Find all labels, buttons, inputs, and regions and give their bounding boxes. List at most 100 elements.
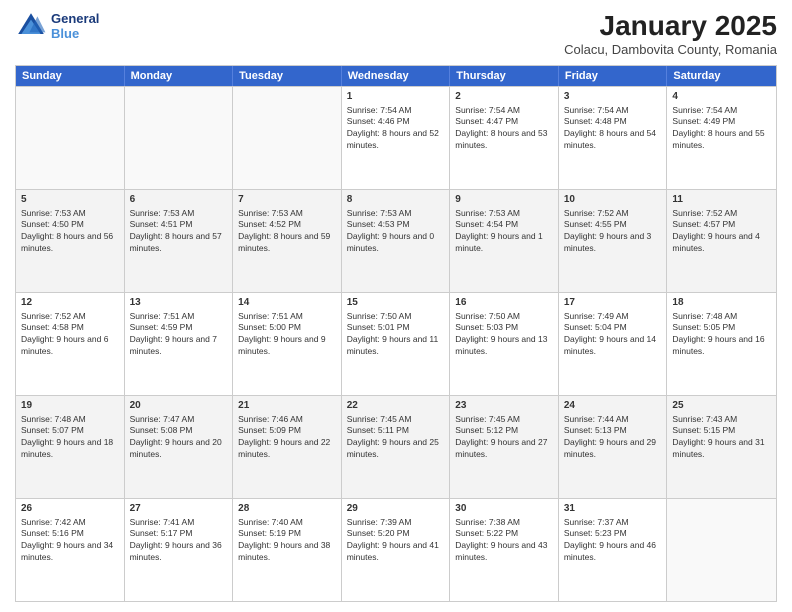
day-number: 16 [455,296,553,310]
empty-cell-0-2 [233,87,342,189]
day-number: 23 [455,399,553,413]
location-subtitle: Colacu, Dambovita County, Romania [564,42,777,57]
day-cell-30: 30Sunrise: 7:38 AM Sunset: 5:22 PM Dayli… [450,499,559,601]
day-number: 24 [564,399,662,413]
day-number: 7 [238,193,336,207]
day-number: 12 [21,296,119,310]
weekday-header-thursday: Thursday [450,66,559,86]
day-info: Sunrise: 7:48 AM Sunset: 5:07 PM Dayligh… [21,414,119,462]
day-cell-19: 19Sunrise: 7:48 AM Sunset: 5:07 PM Dayli… [16,396,125,498]
day-number: 28 [238,502,336,516]
day-cell-22: 22Sunrise: 7:45 AM Sunset: 5:11 PM Dayli… [342,396,451,498]
day-cell-20: 20Sunrise: 7:47 AM Sunset: 5:08 PM Dayli… [125,396,234,498]
day-number: 25 [672,399,771,413]
day-number: 29 [347,502,445,516]
day-info: Sunrise: 7:40 AM Sunset: 5:19 PM Dayligh… [238,517,336,565]
day-info: Sunrise: 7:52 AM Sunset: 4:58 PM Dayligh… [21,311,119,359]
day-info: Sunrise: 7:45 AM Sunset: 5:12 PM Dayligh… [455,414,553,462]
calendar-header: SundayMondayTuesdayWednesdayThursdayFrid… [16,66,776,86]
day-cell-25: 25Sunrise: 7:43 AM Sunset: 5:15 PM Dayli… [667,396,776,498]
logo: General Blue [15,10,99,42]
day-cell-3: 3Sunrise: 7:54 AM Sunset: 4:48 PM Daylig… [559,87,668,189]
day-cell-23: 23Sunrise: 7:45 AM Sunset: 5:12 PM Dayli… [450,396,559,498]
day-cell-26: 26Sunrise: 7:42 AM Sunset: 5:16 PM Dayli… [16,499,125,601]
day-cell-11: 11Sunrise: 7:52 AM Sunset: 4:57 PM Dayli… [667,190,776,292]
day-cell-29: 29Sunrise: 7:39 AM Sunset: 5:20 PM Dayli… [342,499,451,601]
day-cell-15: 15Sunrise: 7:50 AM Sunset: 5:01 PM Dayli… [342,293,451,395]
day-number: 17 [564,296,662,310]
day-cell-27: 27Sunrise: 7:41 AM Sunset: 5:17 PM Dayli… [125,499,234,601]
day-cell-2: 2Sunrise: 7:54 AM Sunset: 4:47 PM Daylig… [450,87,559,189]
day-cell-18: 18Sunrise: 7:48 AM Sunset: 5:05 PM Dayli… [667,293,776,395]
day-info: Sunrise: 7:38 AM Sunset: 5:22 PM Dayligh… [455,517,553,565]
day-info: Sunrise: 7:51 AM Sunset: 5:00 PM Dayligh… [238,311,336,359]
day-cell-8: 8Sunrise: 7:53 AM Sunset: 4:53 PM Daylig… [342,190,451,292]
day-number: 20 [130,399,228,413]
logo-text: General Blue [51,11,99,41]
day-number: 31 [564,502,662,516]
day-cell-31: 31Sunrise: 7:37 AM Sunset: 5:23 PM Dayli… [559,499,668,601]
day-info: Sunrise: 7:51 AM Sunset: 4:59 PM Dayligh… [130,311,228,359]
calendar: SundayMondayTuesdayWednesdayThursdayFrid… [15,65,777,602]
day-number: 3 [564,90,662,104]
calendar-body: 1Sunrise: 7:54 AM Sunset: 4:46 PM Daylig… [16,86,776,601]
day-cell-4: 4Sunrise: 7:54 AM Sunset: 4:49 PM Daylig… [667,87,776,189]
day-info: Sunrise: 7:53 AM Sunset: 4:52 PM Dayligh… [238,208,336,256]
day-cell-10: 10Sunrise: 7:52 AM Sunset: 4:55 PM Dayli… [559,190,668,292]
day-cell-14: 14Sunrise: 7:51 AM Sunset: 5:00 PM Dayli… [233,293,342,395]
day-number: 22 [347,399,445,413]
day-info: Sunrise: 7:53 AM Sunset: 4:53 PM Dayligh… [347,208,445,256]
day-number: 18 [672,296,771,310]
day-cell-7: 7Sunrise: 7:53 AM Sunset: 4:52 PM Daylig… [233,190,342,292]
day-number: 13 [130,296,228,310]
day-info: Sunrise: 7:42 AM Sunset: 5:16 PM Dayligh… [21,517,119,565]
day-info: Sunrise: 7:50 AM Sunset: 5:01 PM Dayligh… [347,311,445,359]
calendar-row-4: 19Sunrise: 7:48 AM Sunset: 5:07 PM Dayli… [16,395,776,498]
day-number: 10 [564,193,662,207]
calendar-row-1: 1Sunrise: 7:54 AM Sunset: 4:46 PM Daylig… [16,86,776,189]
day-number: 19 [21,399,119,413]
day-info: Sunrise: 7:53 AM Sunset: 4:54 PM Dayligh… [455,208,553,256]
day-cell-24: 24Sunrise: 7:44 AM Sunset: 5:13 PM Dayli… [559,396,668,498]
day-number: 15 [347,296,445,310]
day-info: Sunrise: 7:41 AM Sunset: 5:17 PM Dayligh… [130,517,228,565]
day-number: 27 [130,502,228,516]
day-number: 4 [672,90,771,104]
day-info: Sunrise: 7:53 AM Sunset: 4:50 PM Dayligh… [21,208,119,256]
weekday-header-sunday: Sunday [16,66,125,86]
day-info: Sunrise: 7:45 AM Sunset: 5:11 PM Dayligh… [347,414,445,462]
day-info: Sunrise: 7:37 AM Sunset: 5:23 PM Dayligh… [564,517,662,565]
day-number: 11 [672,193,771,207]
day-info: Sunrise: 7:48 AM Sunset: 5:05 PM Dayligh… [672,311,771,359]
day-info: Sunrise: 7:54 AM Sunset: 4:48 PM Dayligh… [564,105,662,153]
day-number: 14 [238,296,336,310]
day-cell-13: 13Sunrise: 7:51 AM Sunset: 4:59 PM Dayli… [125,293,234,395]
calendar-row-2: 5Sunrise: 7:53 AM Sunset: 4:50 PM Daylig… [16,189,776,292]
day-number: 1 [347,90,445,104]
day-number: 26 [21,502,119,516]
day-cell-9: 9Sunrise: 7:53 AM Sunset: 4:54 PM Daylig… [450,190,559,292]
day-info: Sunrise: 7:54 AM Sunset: 4:46 PM Dayligh… [347,105,445,153]
month-title: January 2025 [564,10,777,42]
day-info: Sunrise: 7:43 AM Sunset: 5:15 PM Dayligh… [672,414,771,462]
empty-cell-0-0 [16,87,125,189]
day-number: 30 [455,502,553,516]
day-info: Sunrise: 7:46 AM Sunset: 5:09 PM Dayligh… [238,414,336,462]
weekday-header-wednesday: Wednesday [342,66,451,86]
day-info: Sunrise: 7:47 AM Sunset: 5:08 PM Dayligh… [130,414,228,462]
day-cell-5: 5Sunrise: 7:53 AM Sunset: 4:50 PM Daylig… [16,190,125,292]
day-info: Sunrise: 7:54 AM Sunset: 4:47 PM Dayligh… [455,105,553,153]
weekday-header-monday: Monday [125,66,234,86]
calendar-row-5: 26Sunrise: 7:42 AM Sunset: 5:16 PM Dayli… [16,498,776,601]
day-info: Sunrise: 7:49 AM Sunset: 5:04 PM Dayligh… [564,311,662,359]
day-number: 21 [238,399,336,413]
logo-icon [15,10,47,42]
day-number: 5 [21,193,119,207]
weekday-header-saturday: Saturday [667,66,776,86]
day-cell-28: 28Sunrise: 7:40 AM Sunset: 5:19 PM Dayli… [233,499,342,601]
day-info: Sunrise: 7:53 AM Sunset: 4:51 PM Dayligh… [130,208,228,256]
day-number: 9 [455,193,553,207]
day-cell-17: 17Sunrise: 7:49 AM Sunset: 5:04 PM Dayli… [559,293,668,395]
header: General Blue January 2025 Colacu, Dambov… [15,10,777,57]
day-info: Sunrise: 7:44 AM Sunset: 5:13 PM Dayligh… [564,414,662,462]
